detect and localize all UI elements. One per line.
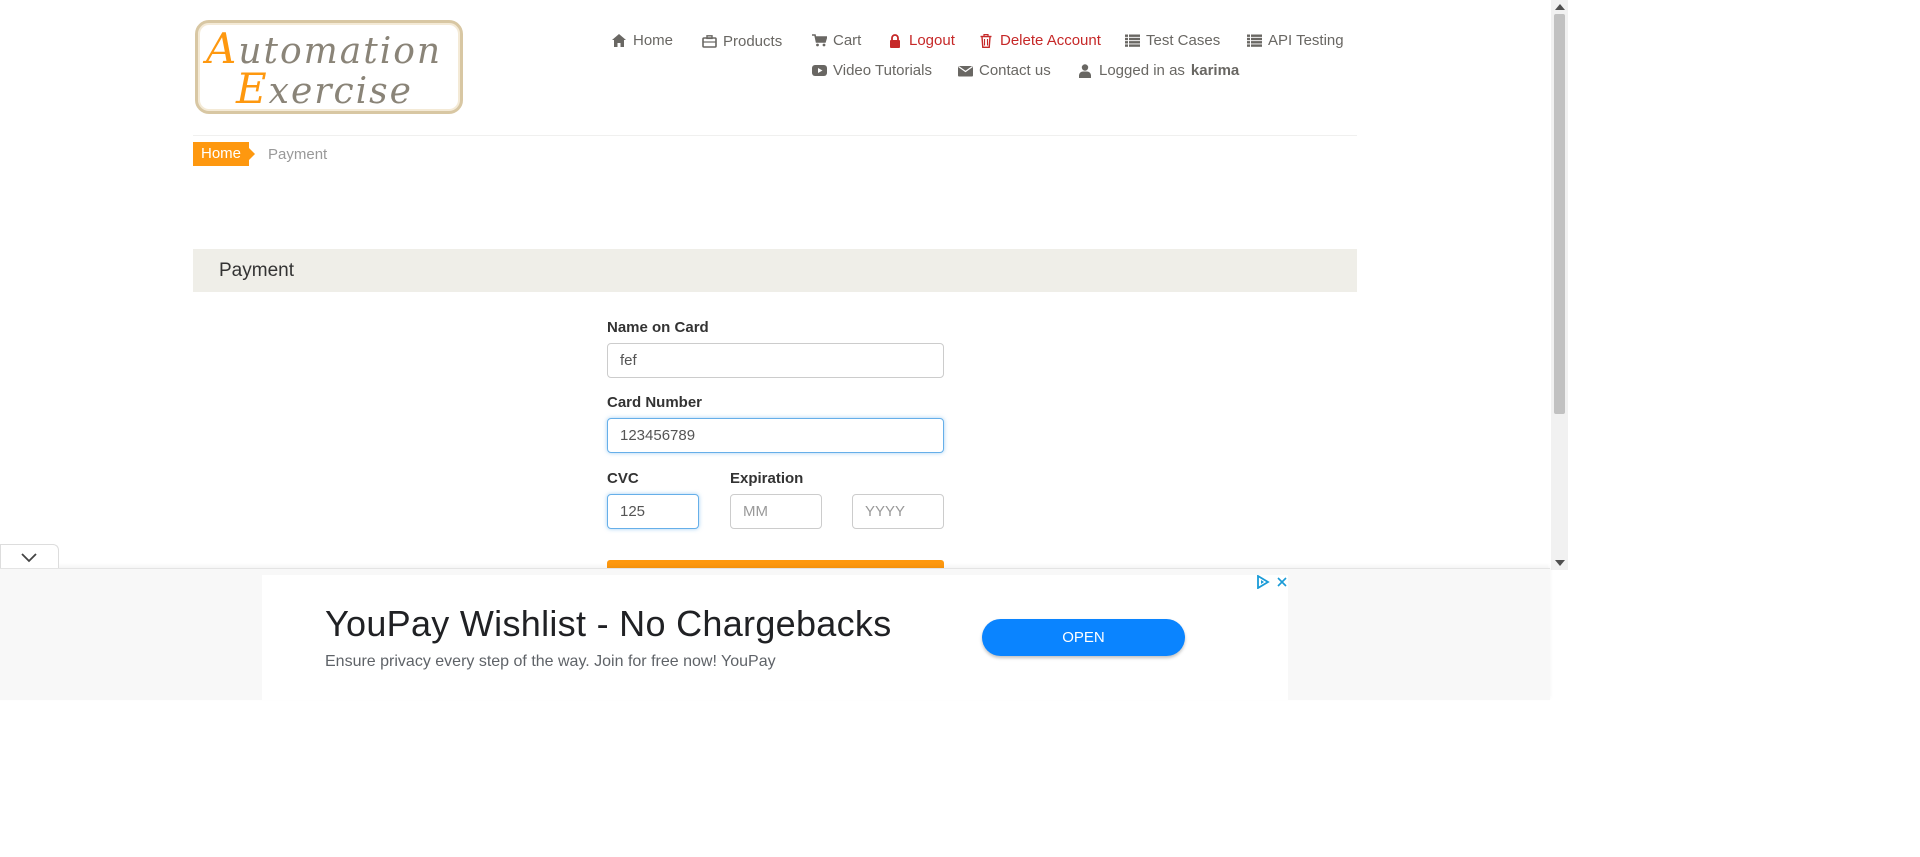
ad-subtitle[interactable]: Ensure privacy every step of the way. Jo…: [325, 653, 776, 671]
scroll-up-arrow-icon[interactable]: [1555, 4, 1565, 10]
breadcrumb: Home Payment: [193, 142, 327, 166]
cvc-input[interactable]: [607, 494, 699, 529]
ad-open-button[interactable]: OPEN: [982, 619, 1185, 656]
nav-test-cases[interactable]: Test Cases: [1124, 32, 1220, 49]
breadcrumb-current: Payment: [268, 145, 328, 163]
nav-logout-label: Logout: [909, 32, 955, 49]
nav-home[interactable]: Home: [611, 32, 673, 49]
nav-contact-us[interactable]: Contact us: [957, 62, 1051, 79]
logo-line-2: Exercise: [236, 64, 413, 113]
name-on-card-input[interactable]: [607, 343, 944, 378]
nav-delete-account[interactable]: Delete Account: [978, 32, 1101, 49]
page-title: Payment: [219, 260, 294, 281]
home-icon: [611, 34, 627, 48]
nav-home-label: Home: [633, 32, 674, 49]
nav-video-tutorials-label: Video Tutorials: [833, 62, 932, 79]
user-icon: [1077, 63, 1093, 78]
page-scrollbar[interactable]: [1551, 0, 1568, 570]
envelope-icon: [957, 64, 973, 78]
close-icon[interactable]: [1276, 576, 1288, 588]
username: karima: [1190, 62, 1240, 79]
expiration-label: Expiration: [730, 470, 804, 487]
nav-products[interactable]: Products: [701, 33, 782, 50]
name-on-card-label: Name on Card: [607, 319, 709, 336]
adchoices-icon[interactable]: [1256, 575, 1270, 589]
logged-in-status: Logged in as karima: [1077, 62, 1239, 79]
youtube-icon: [811, 64, 827, 78]
expiry-month-input[interactable]: [730, 494, 822, 529]
expiry-year-input[interactable]: [852, 494, 944, 529]
cart-icon: [811, 34, 827, 48]
nav-logout[interactable]: Logout: [887, 32, 955, 49]
nav-api-testing-label: API Testing: [1268, 32, 1344, 49]
trash-icon: [978, 33, 994, 48]
scroll-down-arrow-icon[interactable]: [1555, 560, 1565, 566]
nav-contact-us-label: Contact us: [979, 62, 1051, 79]
nav-video-tutorials[interactable]: Video Tutorials: [811, 62, 932, 79]
chevron-down-icon: [21, 553, 37, 563]
cvc-label: CVC: [607, 470, 639, 487]
payment-heading-bar: Payment: [193, 249, 1357, 292]
nav-test-cases-label: Test Cases: [1146, 32, 1221, 49]
ad-collapse-tab[interactable]: [0, 544, 59, 568]
card-number-label: Card Number: [607, 394, 703, 411]
lock-icon: [887, 33, 903, 48]
nav-cart[interactable]: Cart: [811, 32, 861, 49]
breadcrumb-home[interactable]: Home: [193, 142, 256, 166]
nav-api-testing[interactable]: API Testing: [1246, 32, 1344, 49]
list-icon: [1246, 34, 1262, 48]
list-icon: [1124, 34, 1140, 48]
nav-products-label: Products: [723, 33, 783, 50]
nav-cart-label: Cart: [833, 32, 862, 49]
logged-in-label: Logged in as: [1099, 62, 1185, 79]
products-icon: [701, 35, 717, 49]
nav-delete-account-label: Delete Account: [1000, 32, 1101, 49]
ad-title[interactable]: YouPay Wishlist - No Chargebacks: [325, 603, 892, 645]
card-number-input[interactable]: [607, 418, 944, 453]
site-logo[interactable]: Automation Exercise: [195, 20, 463, 114]
ad-controls: [1256, 575, 1288, 589]
scrollbar-thumb[interactable]: [1554, 14, 1565, 414]
